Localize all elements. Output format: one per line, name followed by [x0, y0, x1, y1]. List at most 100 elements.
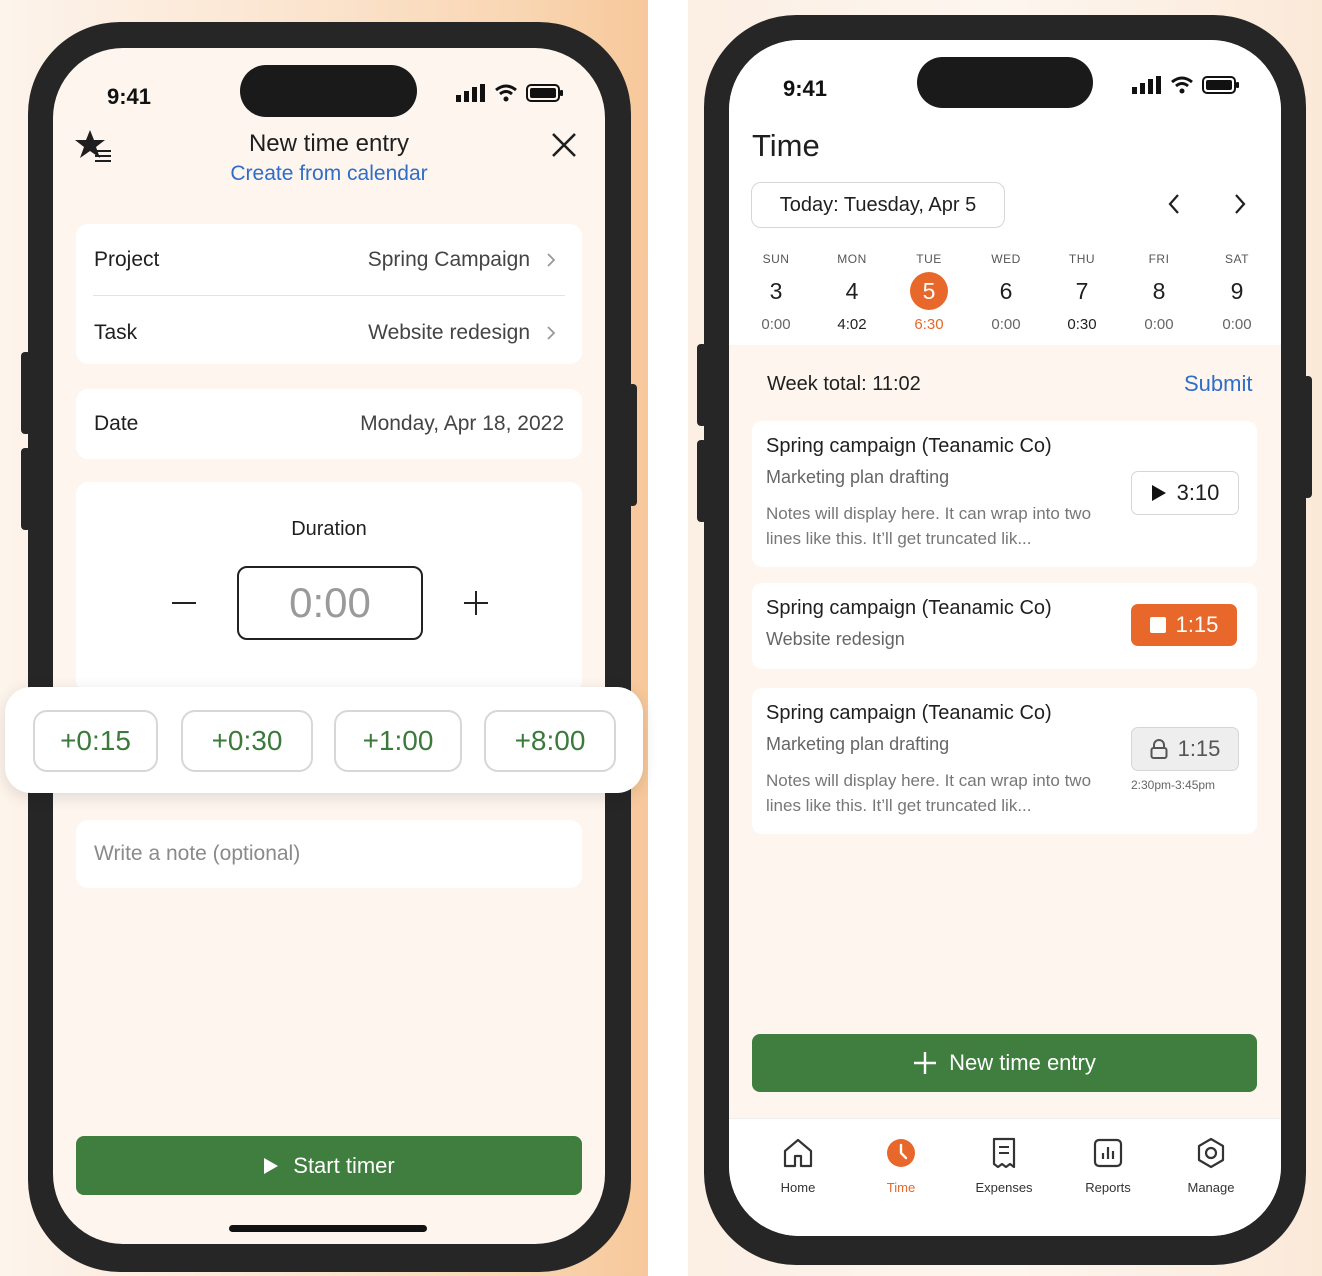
day-number: 7 [1075, 278, 1089, 304]
start-timer-button[interactable]: Start timer [76, 1136, 582, 1195]
chevron-right-icon [547, 253, 556, 267]
task-label: Task [94, 321, 138, 344]
quick-add-1h-button[interactable]: +1:00 [334, 710, 462, 772]
today-date-picker[interactable]: Today: Tuesday, Apr 5 [751, 182, 1005, 228]
tab-label: Home [780, 1180, 816, 1195]
plus-icon [914, 1052, 937, 1074]
start-timer-label: Start timer [293, 1152, 395, 1178]
plus-icon-vertical [475, 591, 477, 615]
day-fri[interactable]: FRI 8 0:00 [1129, 252, 1189, 333]
start-entry-timer-button[interactable]: 3:10 [1131, 471, 1239, 515]
day-name: SAT [1225, 252, 1249, 266]
home-icon [783, 1138, 813, 1168]
quick-add-8h-button[interactable]: +8:00 [484, 710, 616, 772]
day-hours: 4:02 [837, 316, 867, 333]
project-task-card: Project Spring Campaign Task Website red… [76, 224, 582, 364]
lock-icon [1150, 739, 1168, 759]
wifi-icon [495, 84, 517, 102]
new-time-entry-button[interactable]: New time entry [752, 1034, 1257, 1092]
project-label: Project [94, 248, 160, 271]
entry-task: Marketing plan drafting [766, 467, 950, 487]
tab-home[interactable]: Home [753, 1137, 843, 1195]
tab-reports[interactable]: Reports [1063, 1137, 1153, 1195]
duration-label: Duration [291, 518, 367, 540]
time-entry-card[interactable]: Spring campaign (Teanamic Co) Marketing … [752, 688, 1257, 834]
day-name: THU [1068, 252, 1096, 266]
tab-time[interactable]: Time [856, 1137, 946, 1195]
chevron-right-icon [547, 326, 556, 340]
day-sat[interactable]: SAT 9 0:00 [1207, 252, 1267, 333]
day-hours: 0:00 [761, 316, 791, 333]
bottom-tab-bar: Home Time Expenses Reports Manage [729, 1118, 1281, 1236]
dynamic-island [240, 65, 417, 117]
submit-button[interactable]: Submit [1184, 371, 1252, 397]
day-wed[interactable]: WED 6 0:00 [976, 252, 1036, 333]
day-hours: 0:00 [1144, 316, 1174, 333]
day-name: TUE [916, 252, 942, 266]
wifi-icon [1171, 76, 1193, 94]
tab-label: Reports [1085, 1180, 1131, 1195]
entry-project: Spring campaign (Teanamic Co) [766, 435, 1052, 457]
time-entry-card[interactable]: Spring campaign (Teanamic Co) Marketing … [752, 421, 1257, 567]
day-number: 9 [1230, 278, 1244, 304]
day-name: WED [991, 252, 1021, 266]
day-hours: 0:00 [1222, 316, 1252, 333]
date-value: Monday, Apr 18, 2022 [360, 412, 564, 435]
day-mon[interactable]: MON 4 4:02 [822, 252, 882, 333]
tab-manage[interactable]: Manage [1166, 1137, 1256, 1195]
day-name: MON [837, 252, 867, 266]
settings-icon [1197, 1137, 1225, 1169]
note-field[interactable]: Write a note (optional) [76, 820, 582, 888]
stop-icon [1149, 617, 1166, 633]
day-name: FRI [1148, 252, 1170, 266]
signal-icon [456, 84, 485, 102]
tab-label: Time [886, 1180, 916, 1195]
day-hours: 0:30 [1067, 316, 1097, 333]
entry-project: Spring campaign (Teanamic Co) [766, 597, 1052, 619]
close-icon[interactable] [549, 130, 579, 160]
day-hours: 6:30 [914, 316, 944, 333]
time-entry-card[interactable]: Spring campaign (Teanamic Co) Website re… [752, 583, 1257, 669]
day-number: 3 [769, 278, 783, 304]
day-sun[interactable]: SUN 3 0:00 [746, 252, 806, 333]
page-title: New time entry [248, 130, 410, 157]
day-thu[interactable]: THU 7 0:30 [1052, 252, 1112, 333]
page-title: Time [752, 128, 820, 163]
status-icons [456, 84, 564, 102]
dynamic-island [917, 57, 1093, 108]
entry-time-range: 2:30pm-3:45pm [1131, 778, 1216, 792]
entry-time: 1:15 [1175, 612, 1219, 637]
new-time-entry-label: New time entry [949, 1050, 1096, 1075]
create-from-calendar-link[interactable]: Create from calendar [53, 162, 605, 186]
previous-week-icon[interactable] [1163, 192, 1187, 216]
minus-icon [172, 602, 196, 604]
duration-input[interactable]: 0:00 [237, 566, 423, 640]
day-number: 6 [999, 278, 1013, 304]
day-tue[interactable]: TUE 5 6:30 [899, 252, 959, 333]
time-header: 9:41 Time Today: Tuesday, Apr 5 SUN 3 0:… [729, 40, 1281, 345]
project-value: Spring Campaign [367, 248, 530, 271]
tab-label: Manage [1187, 1180, 1235, 1195]
play-icon [264, 1157, 279, 1174]
entry-notes: Notes will display here. It can wrap int… [766, 504, 1092, 548]
day-number: 4 [845, 278, 859, 304]
home-indicator [229, 1225, 427, 1232]
quick-add-15m-button[interactable]: +0:15 [33, 710, 158, 772]
new-time-entry-screen: 9:41 New time entry Create from calendar… [53, 48, 605, 1244]
battery-icon [1202, 76, 1239, 94]
day-hours: 0:00 [991, 316, 1021, 333]
entry-notes: Notes will display here. It can wrap int… [766, 771, 1092, 815]
locked-entry-time: 1:15 [1131, 727, 1239, 771]
clock-icon [887, 1139, 915, 1167]
entry-time: 3:10 [1176, 480, 1220, 505]
next-week-icon[interactable] [1227, 192, 1251, 216]
time-entries-area: Week total: 11:02 Submit Spring campaign… [729, 345, 1281, 1118]
time-screen: 9:41 Time Today: Tuesday, Apr 5 SUN 3 0:… [729, 40, 1281, 1236]
stop-entry-timer-button[interactable]: 1:15 [1131, 604, 1237, 646]
week-total: Week total: 11:02 [767, 373, 921, 395]
quick-add-30m-button[interactable]: +0:30 [181, 710, 313, 772]
date-row[interactable]: Date Monday, Apr 18, 2022 [76, 389, 582, 459]
note-placeholder: Write a note (optional) [94, 842, 301, 865]
tab-label: Expenses [975, 1180, 1033, 1195]
tab-expenses[interactable]: Expenses [959, 1137, 1049, 1195]
